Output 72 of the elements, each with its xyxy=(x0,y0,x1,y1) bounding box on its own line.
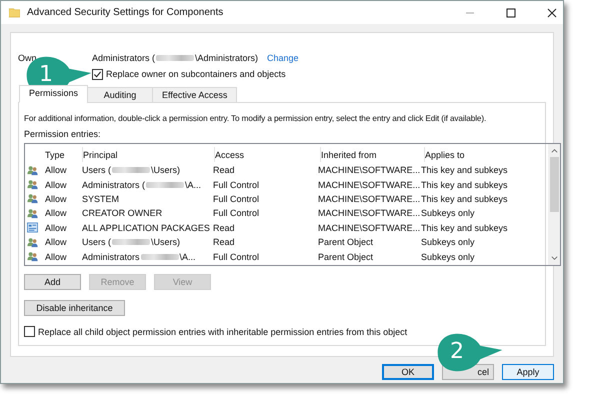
type-cell-text: Allow xyxy=(45,165,68,176)
dialog-button[interactable]: OK xyxy=(382,364,434,380)
applies-cell-text: This key and subkeys xyxy=(421,194,509,204)
scroll-up-icon[interactable] xyxy=(550,147,558,154)
access-cell-text: Full Control xyxy=(213,208,260,218)
change-link[interactable]: Change xyxy=(267,53,299,63)
users-icon xyxy=(27,179,38,190)
entry-button[interactable]: Add xyxy=(24,274,81,290)
applies-cell-text: Subkeys only xyxy=(421,252,476,262)
applies-cell-text: This key and subkeys xyxy=(421,165,509,176)
scroll-down-icon[interactable] xyxy=(550,255,558,262)
principal-cell-text: CREATOR OWNER xyxy=(82,208,164,218)
type-cell-text: Allow xyxy=(45,180,68,190)
inherited-cell-text: Parent Object xyxy=(318,237,374,248)
inherited-cell: MACHINE\SOFTWARE... xyxy=(318,194,421,204)
entries-label: Permission entries: xyxy=(24,129,102,141)
app-packages-icon xyxy=(27,222,38,234)
type-cell-text: Allow xyxy=(45,222,68,233)
column-header[interactable]: Principal xyxy=(83,147,215,162)
principal-cell-text: Users ( \Users) xyxy=(82,237,181,248)
window-title: Advanced Security Settings for Components xyxy=(27,7,224,18)
owner-label: Own xyxy=(18,53,38,63)
access-cell-text: Read xyxy=(213,237,236,248)
applies-cell-text: Subkeys only xyxy=(421,208,476,218)
inherited-cell: MACHINE\SOFTWARE... xyxy=(318,180,421,190)
users-icon xyxy=(27,251,38,262)
folder-icon xyxy=(9,7,20,18)
dialog-button[interactable]: Apply xyxy=(502,364,554,380)
applies-cell-text: Subkeys only xyxy=(421,237,476,248)
inherited-cell: MACHINE\SOFTWARE... xyxy=(318,222,421,233)
principal-cell-text: Administrators ( \A... xyxy=(82,180,202,190)
checkbox-label: Replace all child object permission entries with inheritable permission entries from this object xyxy=(38,326,408,336)
type-cell-text: Allow xyxy=(45,252,68,262)
checkbox[interactable] xyxy=(92,68,103,80)
checkbox[interactable] xyxy=(24,326,35,337)
users-icon xyxy=(27,236,38,248)
scrollbar[interactable] xyxy=(548,144,560,265)
principal-cell-text: ALL APPLICATION PACKAGES xyxy=(82,222,211,233)
callout-tooltip xyxy=(436,331,504,374)
access-cell-text: Full Control xyxy=(213,180,260,190)
applies-cell-text: This key and subkeys xyxy=(421,222,509,233)
type-cell-text: Allow xyxy=(45,194,68,204)
applies-cell-text: This key and subkeys xyxy=(421,180,509,190)
column-header[interactable]: Applies to xyxy=(425,147,543,162)
column-header[interactable]: Inherited from xyxy=(321,147,425,162)
principal-cell-text: SYSTEM xyxy=(82,194,120,204)
info-text: For additional information, double-click a permission entry. To modify a permission entry, select the entry and click Edit (if available). xyxy=(24,113,488,125)
users-icon xyxy=(27,164,38,176)
access-cell-text: Full Control xyxy=(213,252,260,262)
owner-value: Administrators ( \Administrators) xyxy=(92,53,258,63)
maximize-icon[interactable] xyxy=(506,8,516,18)
users-icon xyxy=(27,193,38,204)
access-cell-text: Full Control xyxy=(213,194,260,204)
users-icon xyxy=(27,208,38,219)
type-cell-text: Allow xyxy=(45,237,68,248)
inherited-cell: MACHINE\SOFTWARE... xyxy=(318,208,421,218)
access-cell-text: Read xyxy=(213,222,236,233)
type-cell-text: Allow xyxy=(45,208,68,218)
tab[interactable]: Effective Access xyxy=(152,87,238,103)
tab[interactable]: Auditing xyxy=(87,87,154,103)
callout-number: 2 xyxy=(449,338,465,366)
column-header[interactable]: Access xyxy=(215,147,321,162)
column-header[interactable]: Type xyxy=(45,147,83,162)
inherited-cell-text: Parent Object xyxy=(318,252,374,262)
access-cell-text: Read xyxy=(213,165,236,176)
principal-cell-text: Administrators \A... xyxy=(82,252,197,262)
tab[interactable]: Permissions xyxy=(19,85,88,103)
principal-cell-text: Users ( \Users) xyxy=(82,165,181,176)
inherited-cell: MACHINE\SOFTWARE... xyxy=(318,165,421,176)
disable-inheritance-button[interactable]: Disable inheritance xyxy=(24,300,125,316)
checkbox-label: Replace owner on subcontainers and objects xyxy=(106,69,286,79)
close-icon[interactable] xyxy=(547,8,557,18)
